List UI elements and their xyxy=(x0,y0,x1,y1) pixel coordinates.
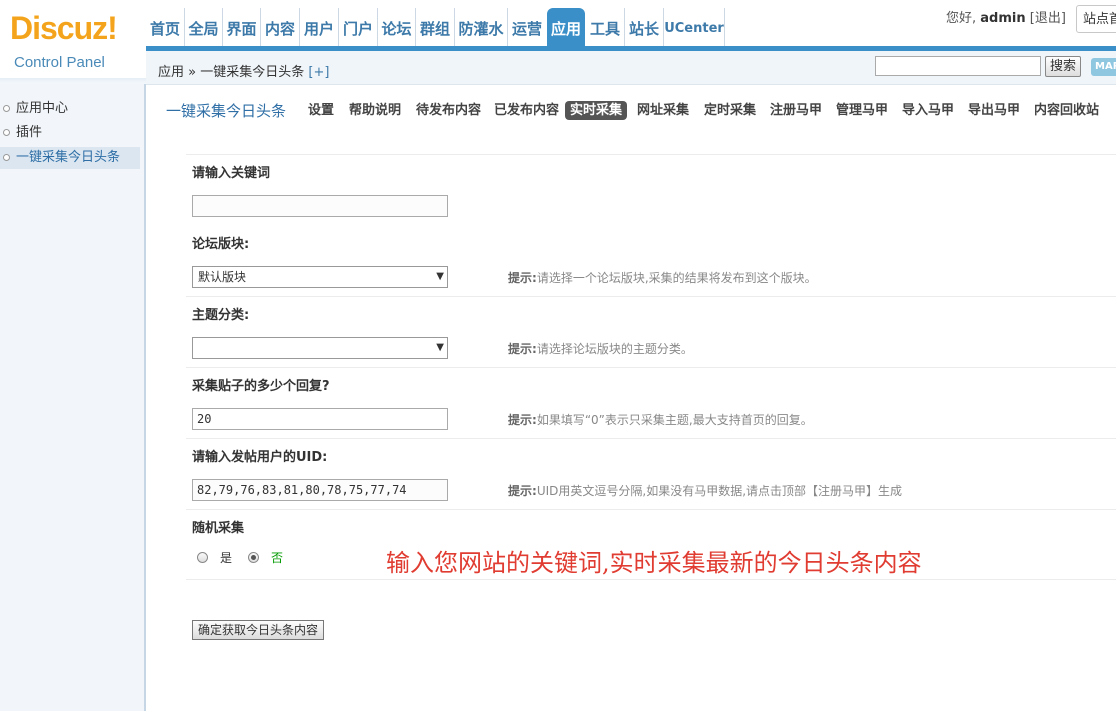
logo-brand: Discuz! xyxy=(10,10,118,46)
sidebar-item-label: 应用中心 xyxy=(16,101,69,116)
breadcrumb-separator: » xyxy=(188,65,197,80)
divider xyxy=(186,296,1116,297)
keyword-label: 请输入关键词 xyxy=(192,166,271,181)
username: admin xyxy=(980,11,1026,26)
nav-anti-spam[interactable]: 防灌水 xyxy=(455,8,508,48)
random-yes-radio[interactable] xyxy=(197,552,208,563)
hint-text: 请选择一个论坛版块,采集的结果将发布到这个版块。 xyxy=(536,271,817,285)
tab-url-collect[interactable]: 网址采集 xyxy=(637,100,689,122)
tab-register-vest[interactable]: 注册马甲 xyxy=(770,100,822,122)
plugin-title: 一键采集今日头条 xyxy=(166,102,287,120)
replies-input[interactable] xyxy=(192,408,448,430)
category-hint: 提示:请选择论坛版块的主题分类。 xyxy=(508,341,693,357)
hint-text: 如果填写“0”表示只采集主题,最大支持首页的回复。 xyxy=(536,413,813,427)
sub-bar: 应用 » 一键采集今日头条 [+] 搜索 MAP xyxy=(146,51,1116,85)
hint-prefix: 提示: xyxy=(508,484,537,498)
hint-text: 请选择论坛版块的主题分类。 xyxy=(536,342,693,356)
forum-label: 论坛版块: xyxy=(192,237,250,252)
greeting: 您好, xyxy=(946,11,977,26)
search-button[interactable]: 搜索 xyxy=(1045,56,1081,77)
breadcrumb-root[interactable]: 应用 xyxy=(158,65,184,80)
tab-published[interactable]: 已发布内容 xyxy=(494,100,559,122)
site-home-button[interactable]: 站点首 xyxy=(1076,5,1116,33)
forum-select-value: 默认版块 xyxy=(198,270,247,284)
keyword-input[interactable] xyxy=(192,195,448,217)
nav-webmaster[interactable]: 站长 xyxy=(625,8,664,48)
nav-global[interactable]: 全局 xyxy=(185,8,223,48)
uid-label: 请输入发帖用户的UID: xyxy=(192,450,328,465)
sidebar-item-plugins[interactable]: 插件 xyxy=(0,122,140,144)
breadcrumb: 应用 » 一键采集今日头条 [+] xyxy=(158,61,329,80)
sidebar-item-toutiao[interactable]: 一键采集今日头条 xyxy=(0,147,140,169)
forum-hint: 提示:请选择一个论坛版块,采集的结果将发布到这个版块。 xyxy=(508,270,817,286)
dropdown-arrow-icon: ▼ xyxy=(436,342,444,353)
divider xyxy=(186,509,1116,510)
random-no-radio[interactable] xyxy=(248,552,259,563)
divider xyxy=(186,154,1116,155)
nav-apps[interactable]: 应用 xyxy=(547,8,585,48)
tab-help[interactable]: 帮助说明 xyxy=(349,100,401,122)
hint-text: UID用英文逗号分隔,如果没有马甲数据,请点击顶部【注册马甲】生成 xyxy=(536,484,903,498)
nav-interface[interactable]: 界面 xyxy=(223,8,261,48)
map-button[interactable]: MAP xyxy=(1091,58,1116,76)
tab-import-vest[interactable]: 导入马甲 xyxy=(902,100,954,122)
sidebar: 应用中心 插件 一键采集今日头条 xyxy=(0,84,146,711)
forum-select[interactable]: 默认版块 ▼ xyxy=(192,266,448,288)
sidebar-item-app-center[interactable]: 应用中心 xyxy=(0,98,140,120)
logout-link[interactable]: [退出] xyxy=(1030,11,1066,26)
search-input[interactable] xyxy=(875,56,1041,76)
dropdown-arrow-icon: ▼ xyxy=(436,271,444,282)
breadcrumb-current: 一键采集今日头条 xyxy=(200,65,305,80)
nav-operations[interactable]: 运营 xyxy=(508,8,546,48)
nav-forum[interactable]: 论坛 xyxy=(378,8,416,48)
hint-prefix: 提示: xyxy=(508,342,537,356)
random-label: 随机采集 xyxy=(192,521,245,536)
bullet-icon xyxy=(3,105,10,112)
category-label: 主题分类: xyxy=(192,308,250,323)
hint-prefix: 提示: xyxy=(508,271,537,285)
random-yes-label[interactable]: 是 xyxy=(220,550,232,566)
user-area: 您好, admin [退出] xyxy=(946,10,1066,28)
random-no-label[interactable]: 否 xyxy=(271,550,283,566)
nav-ucenter[interactable]: UCenter xyxy=(664,8,725,48)
tab-realtime[interactable]: 实时采集 xyxy=(565,101,628,120)
bullet-icon xyxy=(3,154,10,161)
tab-settings[interactable]: 设置 xyxy=(308,100,334,122)
promo-text: 输入您网站的关键词,实时采集最新的今日头条内容 xyxy=(386,549,922,577)
submit-button[interactable]: 确定获取今日头条内容 xyxy=(192,620,324,640)
nav-home[interactable]: 首页 xyxy=(146,8,185,48)
logo-subtitle: Control Panel xyxy=(14,54,105,71)
tab-export-vest[interactable]: 导出马甲 xyxy=(968,100,1020,122)
uid-hint: 提示:UID用英文逗号分隔,如果没有马甲数据,请点击顶部【注册马甲】生成 xyxy=(508,483,902,499)
bullet-icon xyxy=(3,129,10,136)
logo[interactable]: Discuz! Control Panel xyxy=(10,10,140,71)
add-favorite-link[interactable]: [+] xyxy=(308,65,329,80)
tab-pending[interactable]: 待发布内容 xyxy=(416,100,481,122)
uid-input[interactable] xyxy=(192,479,448,501)
category-select[interactable]: ▼ xyxy=(192,337,448,359)
hint-prefix: 提示: xyxy=(508,413,537,427)
tab-manage-vest[interactable]: 管理马甲 xyxy=(836,100,888,122)
replies-label: 采集贴子的多少个回复? xyxy=(192,379,330,394)
divider xyxy=(186,579,1116,580)
nav-portal[interactable]: 门户 xyxy=(339,8,378,48)
nav-content[interactable]: 内容 xyxy=(261,8,300,48)
tab-recycle-bin[interactable]: 内容回收站 xyxy=(1034,100,1099,122)
sidebar-item-label: 插件 xyxy=(16,125,43,140)
tab-scheduled[interactable]: 定时采集 xyxy=(704,100,756,122)
replies-hint: 提示:如果填写“0”表示只采集主题,最大支持首页的回复。 xyxy=(508,412,813,428)
divider xyxy=(186,438,1116,439)
divider xyxy=(186,367,1116,368)
nav-groups[interactable]: 群组 xyxy=(416,8,455,48)
nav-tools[interactable]: 工具 xyxy=(586,8,625,48)
sidebar-item-label: 一键采集今日头条 xyxy=(16,150,121,165)
nav-users[interactable]: 用户 xyxy=(300,8,339,48)
